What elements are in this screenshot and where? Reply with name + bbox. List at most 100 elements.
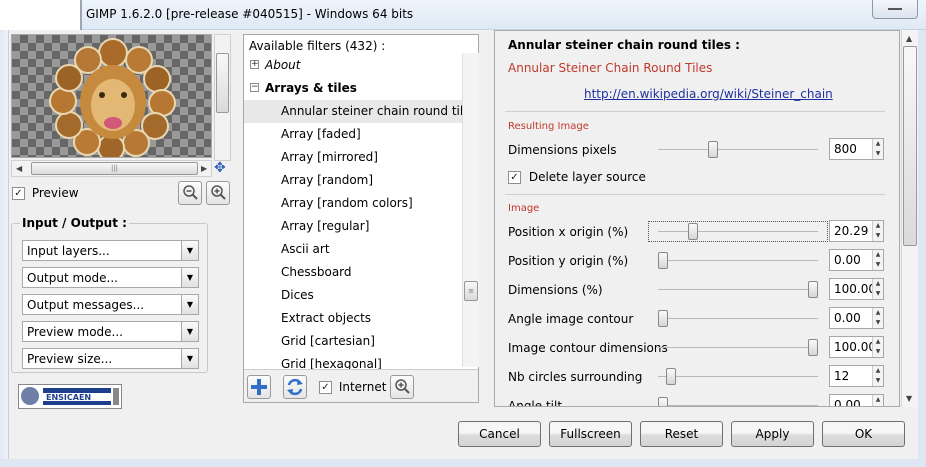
output-messages-select[interactable]: Output messages... ▼ (22, 294, 199, 315)
dimensions-pixels-input[interactable]: 800 ▲ ▼ (829, 138, 884, 160)
filter-item[interactable]: Array [random colors] (244, 192, 464, 215)
param-slider[interactable] (658, 252, 818, 269)
chevron-down-icon[interactable]: ▼ (181, 295, 198, 314)
scroll-down-icon[interactable]: ▼ (906, 394, 912, 403)
filters-tree[interactable]: Available filters (432) : + About − Arra… (243, 34, 479, 403)
search-filter-button[interactable] (390, 375, 414, 399)
zoom-out-button[interactable] (178, 181, 202, 205)
spin-up-icon[interactable]: ▲ (872, 366, 883, 376)
spin-up-icon[interactable]: ▲ (872, 395, 883, 405)
slider-knob[interactable] (658, 252, 668, 269)
fullscreen-button[interactable]: Fullscreen (549, 421, 632, 447)
spin-down-icon[interactable]: ▼ (872, 289, 883, 299)
spin-up-icon[interactable]: ▲ (872, 279, 883, 289)
spin-down-icon[interactable]: ▼ (872, 347, 883, 357)
dimensions-pixels-slider[interactable] (658, 141, 818, 158)
preview-mode-select[interactable]: Preview mode... ▼ (22, 321, 199, 342)
scrollbar-thumb[interactable]: ||| (31, 162, 198, 175)
filter-item[interactable]: Chessboard (244, 261, 464, 284)
minimize-button[interactable] (872, 0, 918, 19)
spin-up-icon[interactable]: ▲ (872, 308, 883, 318)
filter-item[interactable]: Array [random] (244, 169, 464, 192)
param-slider[interactable] (658, 397, 818, 406)
scroll-up-icon[interactable]: ▲ (906, 34, 912, 43)
expand-icon[interactable]: + (250, 60, 259, 69)
section-image: Image (508, 203, 540, 214)
internet-checkbox[interactable]: ✓ Internet (319, 380, 386, 394)
param-slider[interactable] (648, 221, 828, 242)
slider-knob[interactable] (666, 368, 676, 385)
preview-check-box[interactable]: ✓ (12, 187, 25, 200)
spin-up-icon[interactable]: ▲ (872, 221, 883, 231)
param-value-input[interactable]: 0.00▲▼ (829, 307, 884, 329)
spin-up-icon[interactable]: ▲ (872, 250, 883, 260)
spin-down-icon[interactable]: ▼ (872, 318, 883, 328)
filters-scrollbar[interactable]: ≡ (462, 53, 479, 367)
collapse-icon[interactable]: − (250, 83, 259, 92)
param-slider[interactable] (658, 339, 818, 356)
scrollbar-thumb[interactable] (216, 53, 229, 113)
param-slider[interactable] (658, 368, 818, 385)
chevron-down-icon[interactable]: ▼ (181, 241, 198, 260)
internet-check-box[interactable]: ✓ (319, 381, 332, 394)
chevron-down-icon[interactable]: ▼ (181, 349, 198, 368)
preview-canvas[interactable] (11, 34, 212, 158)
zoom-in-button[interactable] (206, 181, 230, 205)
scroll-right-icon[interactable]: ▶ (201, 164, 207, 173)
slider-knob[interactable] (658, 310, 668, 327)
scrollbar-thumb[interactable]: ≡ (464, 281, 478, 301)
preview-vertical-scrollbar[interactable] (214, 34, 231, 161)
preview-checkbox[interactable]: ✓ Preview (12, 186, 79, 200)
filter-item[interactable]: Array [regular] (244, 215, 464, 238)
preview-horizontal-scrollbar[interactable]: ◀ ||| ▶ (11, 160, 212, 177)
chevron-down-icon[interactable]: ▼ (181, 322, 198, 341)
tree-category-arrays-tiles[interactable]: − Arrays & tiles (244, 77, 464, 100)
move-icon[interactable]: ✥ (214, 160, 226, 176)
logo[interactable]: ENSICAEN (18, 384, 122, 409)
filter-item[interactable]: Ascii art (244, 238, 464, 261)
spin-down-icon[interactable]: ▼ (872, 376, 883, 386)
delete-layer-checkbox[interactable]: ✓ Delete layer source (508, 170, 646, 184)
spin-up-icon[interactable]: ▲ (872, 337, 883, 347)
param-slider[interactable] (658, 310, 818, 327)
filter-item[interactable]: Array [mirrored] (244, 146, 464, 169)
wiki-link[interactable]: http://en.wikipedia.org/wiki/Steiner_cha… (584, 87, 833, 101)
param-value-input[interactable]: 100.00 ▲ ▼ (829, 336, 884, 358)
settings-scrollbar[interactable]: ▲ ▼ (901, 30, 918, 407)
spin-up-icon[interactable]: ▲ (872, 139, 883, 149)
filter-item[interactable]: Grid [cartesian] (244, 330, 464, 353)
output-mode-select[interactable]: Output mode... ▼ (22, 267, 199, 288)
param-value-input[interactable]: 0.00▲▼ (829, 394, 884, 406)
delete-layer-check-box[interactable]: ✓ (508, 171, 521, 184)
slider-knob[interactable] (808, 281, 818, 298)
filter-item[interactable]: Array [faded] (244, 123, 464, 146)
spin-down-icon[interactable]: ▼ (872, 231, 883, 241)
spin-down-icon[interactable]: ▼ (872, 405, 883, 406)
reset-button[interactable]: Reset (640, 421, 723, 447)
filter-item[interactable]: Extract objects (244, 307, 464, 330)
param-slider[interactable] (658, 281, 818, 298)
scroll-left-icon[interactable]: ◀ (16, 164, 22, 173)
param-value-input[interactable]: 12 ▲ ▼ (829, 365, 884, 387)
ok-button[interactable]: OK (822, 421, 905, 447)
param-value-input[interactable]: 100.00 ▲ ▼ (829, 278, 884, 300)
filter-item-selected[interactable]: Annular steiner chain round tiles (244, 100, 477, 123)
slider-knob[interactable] (658, 397, 668, 406)
input-layers-select[interactable]: Input layers... ▼ (22, 240, 199, 261)
param-value-input[interactable]: 0.00▲▼ (829, 249, 884, 271)
scrollbar-thumb[interactable] (903, 46, 917, 246)
slider-knob[interactable] (708, 141, 718, 158)
add-filter-button[interactable] (247, 375, 271, 399)
spin-down-icon[interactable]: ▼ (872, 260, 883, 270)
chevron-down-icon[interactable]: ▼ (181, 268, 198, 287)
preview-size-select[interactable]: Preview size... ▼ (22, 348, 199, 369)
slider-knob[interactable] (808, 339, 818, 356)
refresh-button[interactable] (283, 375, 307, 399)
spin-down-icon[interactable]: ▼ (872, 149, 883, 159)
apply-button[interactable]: Apply (731, 421, 814, 447)
slider-knob[interactable] (688, 223, 698, 240)
filter-item[interactable]: Dices (244, 284, 464, 307)
cancel-button[interactable]: Cancel (458, 421, 541, 447)
tree-category-about[interactable]: + About (244, 54, 464, 77)
param-value-input[interactable]: 20.29 ▲ ▼ (829, 220, 884, 242)
